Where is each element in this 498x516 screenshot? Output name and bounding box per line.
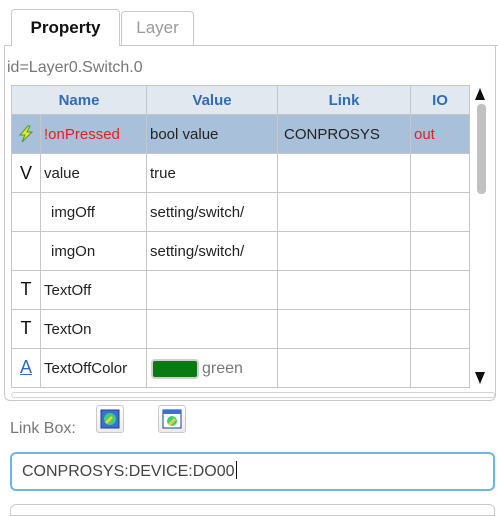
lightning-icon [11,115,41,154]
grid-row-value[interactable]: V value true [11,154,470,193]
grid-row-imgon[interactable]: imgOn setting/switch/ [11,232,470,271]
grid-row-texton[interactable]: T TextOn [11,310,470,349]
link-box-input[interactable]: CONPROSYS:DEVICE:DO00 [10,452,495,491]
row-link[interactable] [278,193,411,232]
scroll-up-arrow-icon[interactable] [475,88,485,100]
row-value[interactable]: bool value [147,115,278,154]
text-type-icon: T [11,271,41,310]
link-picker-button[interactable] [96,405,124,433]
blank-icon [11,193,41,232]
row-name: imgOn [41,232,147,271]
row-value[interactable]: setting/switch/ [147,232,278,271]
link-browse-icon [162,409,182,429]
text-type-icon: T [11,310,41,349]
link-box-value: CONPROSYS:DEVICE:DO00 [22,463,235,480]
row-io: out [411,115,470,154]
color-swatch[interactable] [151,359,199,380]
grid-row-onpressed[interactable]: !onPressed bool value CONPROSYS out [11,115,470,154]
row-link[interactable] [278,232,411,271]
column-header-name[interactable]: Name [11,85,147,115]
font-color-icon: A [11,349,41,388]
color-name: green [202,360,243,377]
row-io [411,232,470,271]
row-io [411,154,470,193]
link-box-label: Link Box: [10,420,76,437]
tab-property[interactable]: Property [11,9,120,46]
row-name: imgOff [41,193,147,232]
row-link[interactable] [278,310,411,349]
row-value[interactable]: green [147,349,278,388]
blank-icon [11,232,41,271]
scroll-down-arrow-icon[interactable] [475,372,485,384]
grid-header: Name Value Link IO [11,85,470,115]
row-name: value [41,154,147,193]
row-name: !onPressed [41,115,147,154]
row-value[interactable]: setting/switch/ [147,193,278,232]
row-io [411,310,470,349]
vertical-scrollbar-thumb[interactable] [477,104,486,194]
row-link[interactable]: CONPROSYS [278,115,411,154]
text-caret [235,461,237,479]
row-io [411,271,470,310]
value-type-icon: V [11,154,41,193]
horizontal-scrollbar[interactable] [11,392,495,398]
row-link[interactable] [278,271,411,310]
row-name: TextOn [41,310,147,349]
element-id-label: id=Layer0.Switch.0 [7,59,143,76]
grid-row-imgoff[interactable]: imgOff setting/switch/ [11,193,470,232]
row-io [411,193,470,232]
column-header-value[interactable]: Value [147,85,278,115]
next-panel-edge [10,504,495,516]
link-picker-icon [100,409,120,429]
lightning-icon [18,125,34,143]
row-link[interactable] [278,154,411,193]
row-link[interactable] [278,349,411,388]
row-name: TextOffColor [41,349,147,388]
row-value[interactable] [147,271,278,310]
link-browse-button[interactable] [158,405,186,433]
row-value[interactable]: true [147,154,278,193]
column-header-io[interactable]: IO [411,85,470,115]
column-header-link[interactable]: Link [278,85,411,115]
property-grid: Name Value Link IO !onPressed bool value… [11,85,470,390]
grid-row-textoff[interactable]: T TextOff [11,271,470,310]
row-value[interactable] [147,310,278,349]
tab-layer[interactable]: Layer [121,11,194,45]
row-name: TextOff [41,271,147,310]
grid-row-textoffcolor[interactable]: A TextOffColor green [11,349,470,388]
row-io [411,349,470,388]
